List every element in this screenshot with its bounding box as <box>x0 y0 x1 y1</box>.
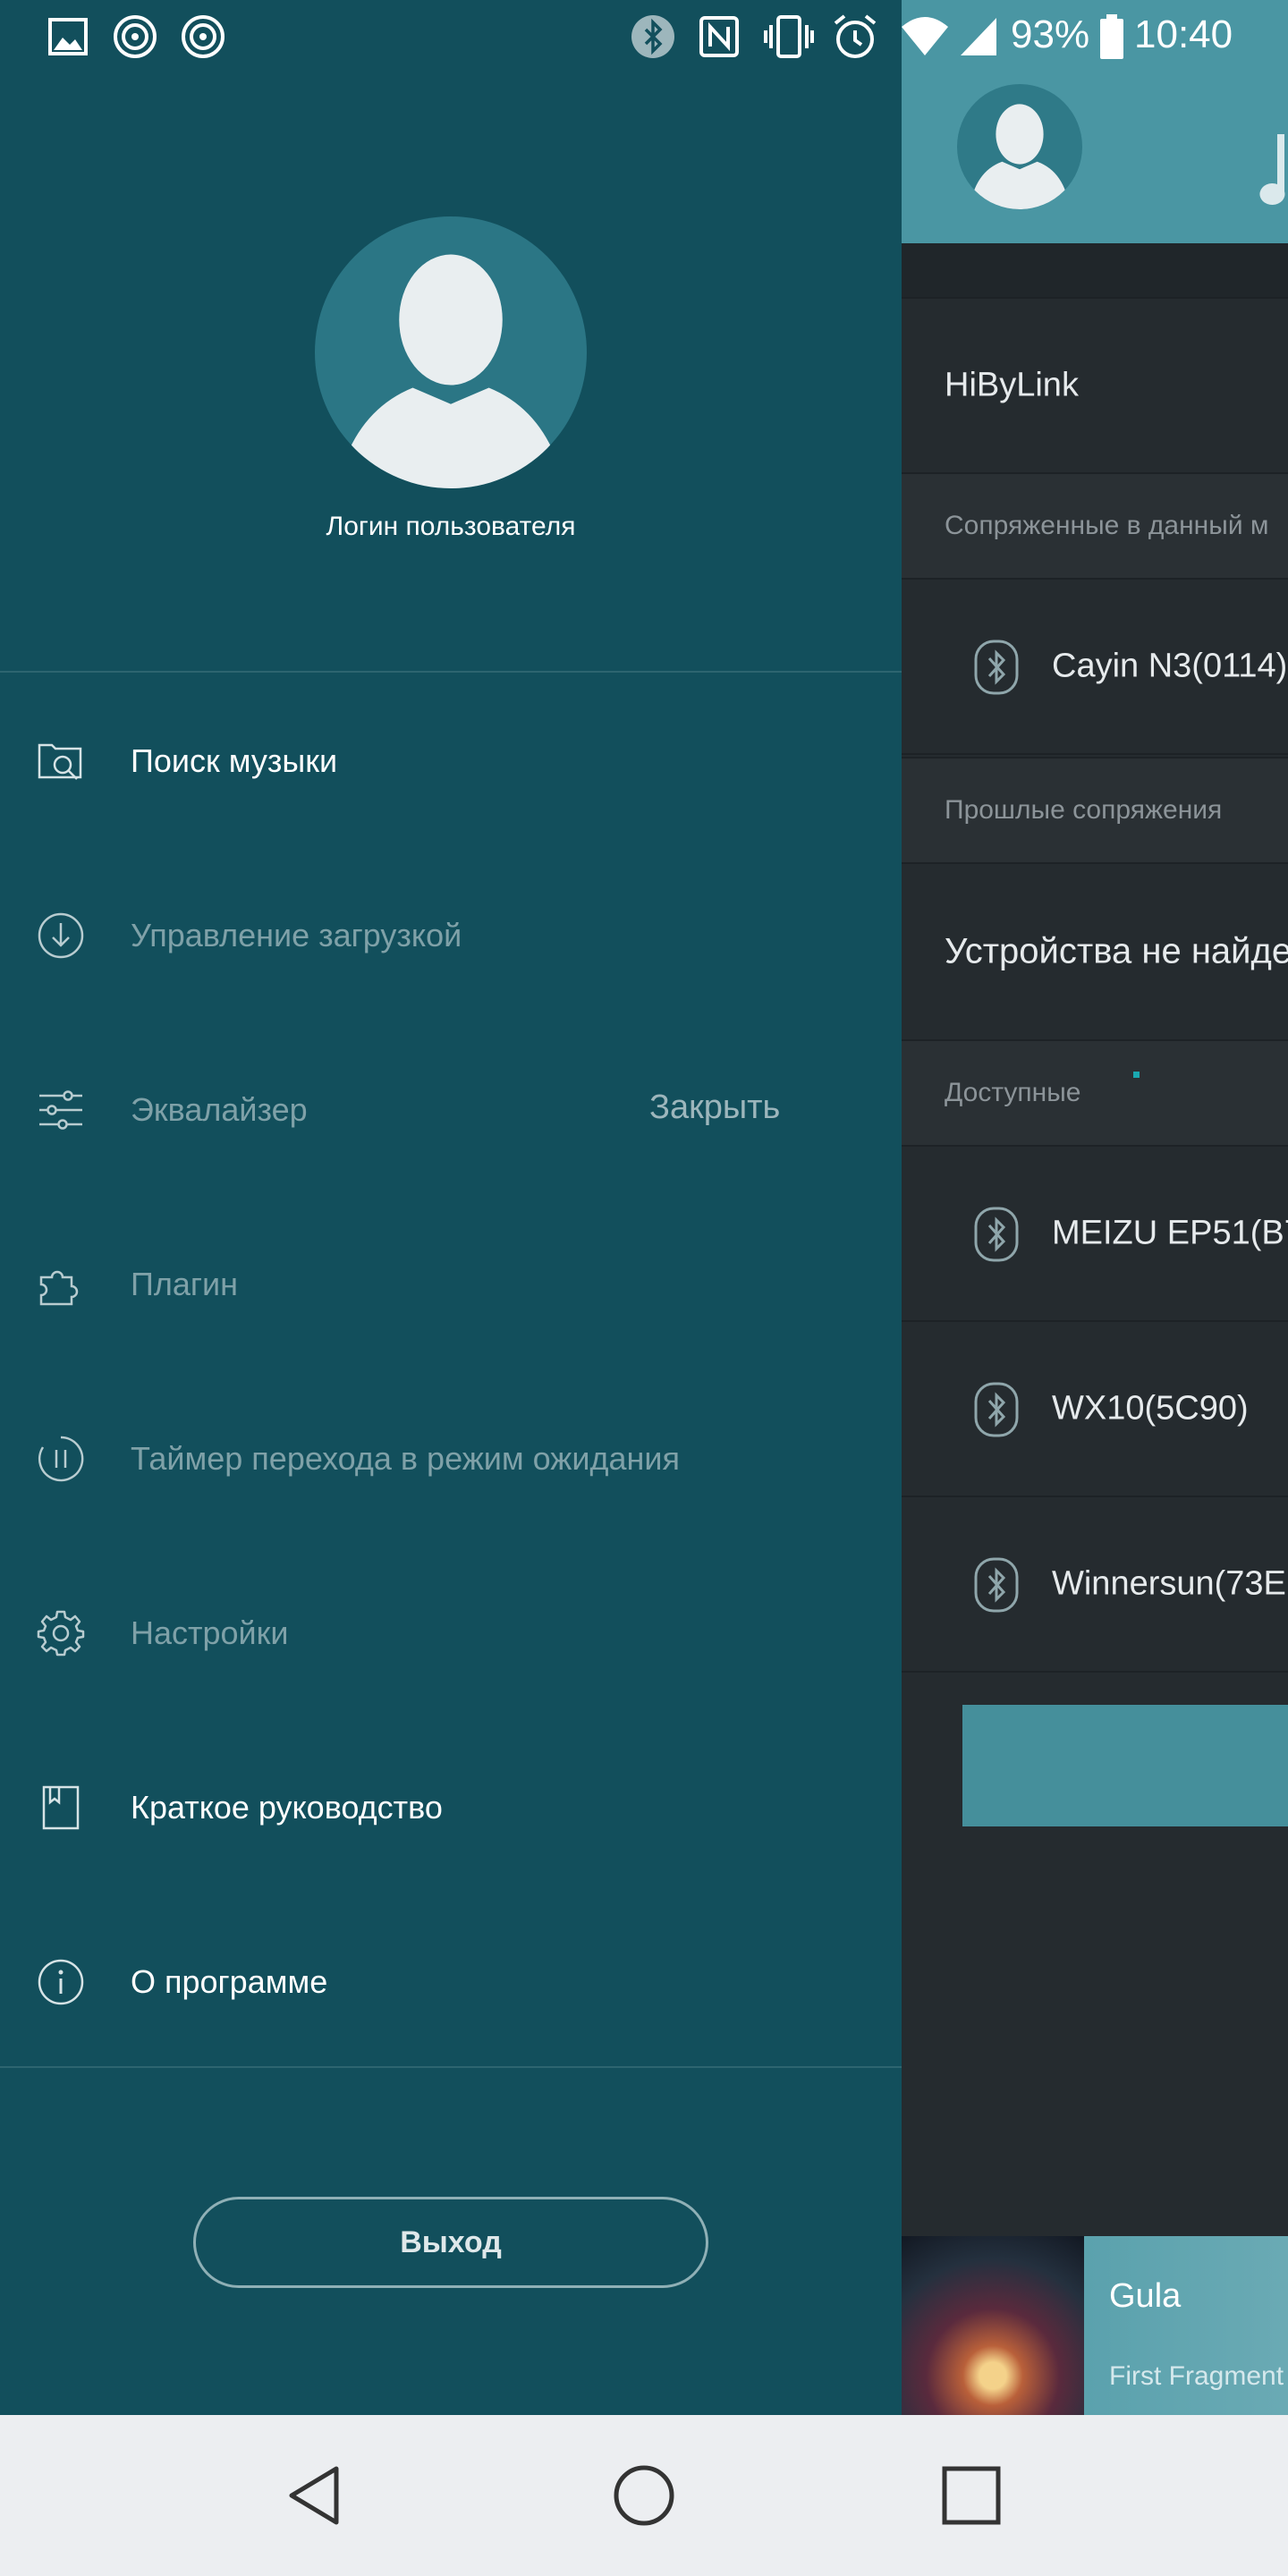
bluetooth-icon <box>974 1382 1019 1437</box>
loading-indicator <box>1133 1072 1140 1078</box>
settings-icon <box>37 1610 85 1656</box>
paired-section-header: Сопряженные в данный м <box>902 472 1288 580</box>
track-artist: First Fragment <box>1109 2361 1284 2391</box>
device-name: MEIZU EP51(B7 <box>1052 1214 1288 1252</box>
back-icon[interactable] <box>277 2458 352 2533</box>
menu-item-sleep-timer[interactable]: Таймер перехода в режим ожидания <box>0 1371 902 1546</box>
header-avatar[interactable] <box>957 84 1082 209</box>
scan-button[interactable] <box>962 1705 1288 1826</box>
home-icon[interactable] <box>606 2458 682 2533</box>
menu-label: Краткое руководство <box>131 1788 443 1826</box>
device-row-winnersun[interactable]: Winnersun(73E <box>902 1497 1288 1673</box>
paired-section-label: Сопряженные в данный м <box>945 511 1269 540</box>
user-avatar-icon <box>336 254 565 488</box>
menu-label: О программе <box>131 1962 328 2000</box>
device-row-wx10[interactable]: WX10(5C90) <box>902 1322 1288 1497</box>
bluetooth-icon <box>974 1207 1019 1262</box>
hibylink-title-row: HiByLink <box>902 297 1288 472</box>
image-icon <box>48 18 88 55</box>
header-shadow <box>902 243 1288 297</box>
menu-label: Плагин <box>131 1265 239 1302</box>
past-section-header: Прошлые сопряжения <box>902 757 1288 864</box>
no-devices-row: Устройства не найде <box>902 864 1288 1039</box>
device-name: WX10(5C90) <box>1052 1389 1249 1428</box>
album-cover[interactable] <box>902 2236 1084 2415</box>
alarm-icon <box>834 14 877 58</box>
menu-item-guide[interactable]: Краткое руководство <box>0 1720 902 1894</box>
menu-label: Поиск музыки <box>131 741 338 779</box>
sleep-timer-icon <box>38 1436 84 1481</box>
user-avatar-icon <box>970 104 1070 209</box>
nfc-icon <box>699 16 739 57</box>
device-name: Cayin N3(0114) <box>1052 647 1288 685</box>
music-note-icon[interactable] <box>1250 125 1286 215</box>
divider <box>0 671 902 673</box>
menu-label: Таймер перехода в режим ожидания <box>131 1439 680 1477</box>
signal-icon <box>961 18 996 55</box>
menu-item-plugin[interactable]: Плагин <box>0 1197 902 1371</box>
no-devices-text: Устройства не найде <box>945 931 1288 971</box>
battery-icon <box>1100 14 1123 59</box>
hibylink-title: HiByLink <box>945 366 1079 404</box>
logout-button[interactable]: Выход <box>193 2197 708 2288</box>
past-section-label: Прошлые сопряжения <box>945 795 1223 825</box>
guide-icon <box>42 1785 80 1829</box>
wifi-icon <box>902 17 948 55</box>
menu-label: Эквалайзер <box>131 1090 308 1128</box>
close-button[interactable]: Закрыть <box>649 1089 780 1127</box>
info-icon <box>38 1959 84 2004</box>
user-avatar[interactable] <box>315 216 587 488</box>
device-name: Winnersun(73E <box>1052 1564 1286 1603</box>
music-search-icon <box>38 743 82 780</box>
user-login-label[interactable]: Логин пользователя <box>0 512 902 542</box>
menu-item-download[interactable]: Управление загрузкой <box>0 848 902 1022</box>
plugin-icon <box>39 1270 79 1305</box>
device-row-meizu[interactable]: MEIZU EP51(B7 <box>902 1147 1288 1322</box>
track-title: Gula <box>1109 2277 1182 2315</box>
bluetooth-icon <box>974 1557 1019 1613</box>
device-row-cayin[interactable]: Cayin N3(0114) <box>902 580 1288 755</box>
divider <box>0 2066 902 2068</box>
vibrate-icon <box>764 15 814 58</box>
available-section-label: Доступные <box>945 1078 1081 1107</box>
download-icon <box>38 912 84 958</box>
status-bar: 93% 10:40 <box>0 0 1288 72</box>
recents-icon[interactable] <box>934 2458 1009 2533</box>
podcast-icon <box>114 15 157 58</box>
clock: 10:40 <box>1134 13 1233 56</box>
menu-item-about[interactable]: О программе <box>0 1894 902 2069</box>
podcast-icon <box>182 15 225 58</box>
menu-label: Настройки <box>131 1614 289 1651</box>
battery-percent: 93% <box>1011 13 1090 56</box>
available-section-header: Доступные <box>902 1039 1288 1147</box>
equalizer-icon <box>39 1089 82 1130</box>
menu-item-music-search[interactable]: Поиск музыки <box>0 674 902 848</box>
menu-item-settings[interactable]: Настройки <box>0 1546 902 1720</box>
navigation-drawer: Логин пользователя Поиск музыки Управлен… <box>0 0 902 2415</box>
bluetooth-icon <box>631 15 674 58</box>
menu-label: Управление загрузкой <box>131 916 462 953</box>
mini-player[interactable]: Gula First Fragment <box>902 2236 1288 2415</box>
navigation-bar <box>0 2415 1288 2576</box>
bluetooth-icon <box>974 640 1019 695</box>
